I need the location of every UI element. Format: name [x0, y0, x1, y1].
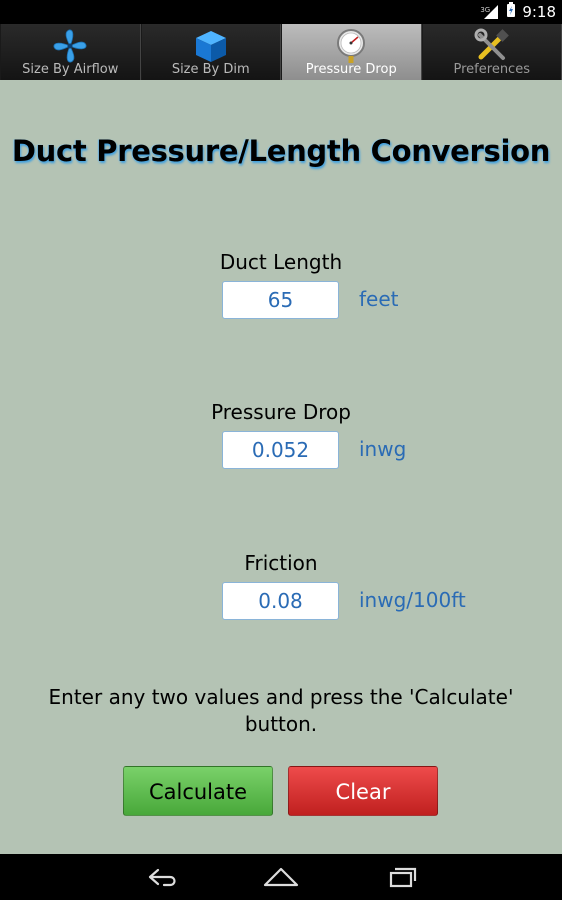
home-icon[interactable] [261, 865, 301, 889]
battery-icon [506, 2, 516, 22]
signal-icon: 3G [480, 4, 500, 20]
status-icons: 3G 9:18 [480, 0, 556, 24]
pressure-drop-label: Pressure Drop [211, 400, 351, 424]
clear-button[interactable]: Clear [288, 766, 438, 816]
tab-label: Preferences [453, 62, 530, 77]
cube-icon [195, 31, 226, 62]
network-type: 3G [480, 6, 491, 14]
back-icon[interactable] [142, 865, 182, 889]
fan-icon [53, 29, 87, 63]
tab-label: Pressure Drop [305, 62, 397, 77]
tab-preferences[interactable]: Preferences [421, 24, 562, 80]
tools-icon [474, 28, 509, 60]
recent-apps-icon[interactable] [381, 865, 421, 889]
tab-bar: Size By Airflow Size By Dim Pressure Dro… [0, 24, 562, 80]
friction-input[interactable] [222, 582, 339, 620]
instructions-text: Enter any two values and press the 'Calc… [48, 685, 514, 736]
main-content: Duct Pressure/Length Conversion Duct Len… [0, 80, 562, 854]
clock: 9:18 [522, 3, 556, 21]
duct-length-input[interactable] [222, 281, 339, 319]
calculate-button[interactable]: Calculate [123, 766, 273, 816]
friction-unit: inwg/100ft [359, 588, 466, 612]
pressure-drop-input[interactable] [222, 431, 339, 469]
pressure-drop-unit: inwg [359, 437, 407, 461]
tab-label: Size By Airflow [22, 62, 119, 77]
friction-label: Friction [244, 551, 318, 575]
tab-size-by-airflow[interactable]: Size By Airflow [0, 24, 141, 80]
status-bar: 3G 9:18 [0, 0, 562, 24]
duct-length-unit: feet [359, 287, 399, 311]
tab-pressure-drop[interactable]: Pressure Drop [281, 24, 422, 80]
tab-size-by-dim[interactable]: Size By Dim [140, 24, 281, 80]
tab-label: Size By Dim [171, 62, 250, 77]
pressure-gauge-icon [337, 29, 366, 63]
navigation-bar [0, 854, 562, 900]
page-title: Duct Pressure/Length Conversion [11, 134, 551, 168]
duct-length-label: Duct Length [219, 250, 343, 274]
